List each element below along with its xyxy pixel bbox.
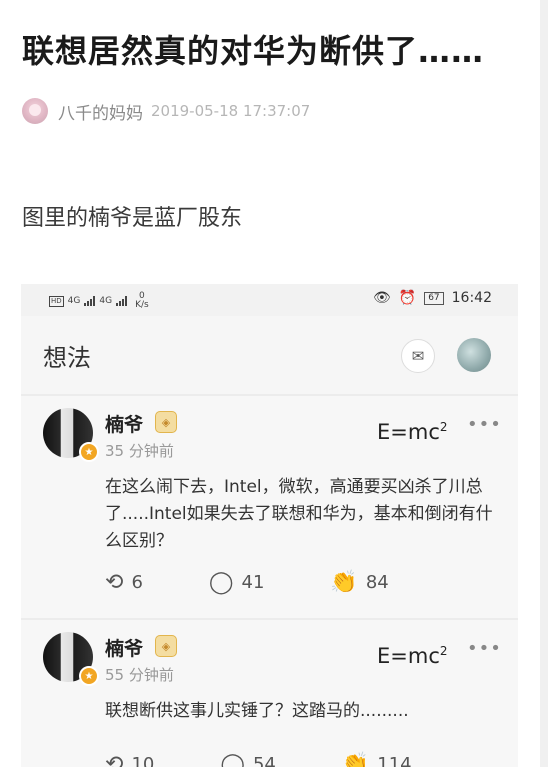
user-signature: E=mc2 [377,420,448,444]
hd-indicator: HD [49,295,64,307]
status-right: 👁 ⏰ 67 16:42 [373,290,492,306]
signal-icon [84,296,96,306]
mail-button[interactable]: ✉ [401,339,435,373]
embedded-screenshot: HD 4G 4G 0 K/s 👁 ⏰ 67 16:42 想法 ✉ ★ 楠爷 ◈ … [21,284,518,767]
post-content: 在这么闹下去，Intel，微软，高通要买凶杀了川总了.....Intel如果失去… [105,477,493,551]
net-speed: 0 K/s [135,292,149,310]
user-name[interactable]: 楠爷 [105,634,143,661]
net-speed-unit: K/s [135,300,149,310]
eye-icon: 👁 [372,290,391,306]
formula-exponent: 2 [439,644,448,658]
vip-star-icon: ★ [79,442,99,462]
formula-exponent: 2 [439,420,448,434]
alarm-icon: ⏰ [398,290,417,306]
mail-icon: ✉ [411,347,425,365]
page-scrollbar[interactable] [540,0,548,767]
article-meta: 八千的妈妈 2019-05-18 17:37:07 [22,96,310,126]
article-body: 图里的楠爷是蓝厂股东 [22,206,243,231]
clap-button[interactable]: 👏 114 [342,752,412,767]
more-options-button[interactable]: ••• [467,638,502,659]
post-time: 55 分钟前 [105,666,174,684]
comment-button[interactable]: ◯ 54 [220,752,276,767]
status-left: HD 4G 4G 0 K/s [49,292,149,310]
user-signature: E=mc2 [377,644,448,668]
formula-base: E=mc [377,644,440,668]
formula-base: E=mc [377,420,440,444]
comment-count: 54 [252,754,276,767]
app-header: 想法 ✉ [21,316,518,395]
post-content: 联想断供这事儿实锤了？这踏马的......... [105,701,409,721]
clock-time: 16:42 [451,290,492,306]
profile-avatar[interactable] [457,338,491,372]
article-date: 2019-05-18 17:37:07 [151,102,311,120]
comment-count: 41 [241,572,265,593]
clap-count: 84 [365,572,389,593]
repost-button[interactable]: ⟲ 6 [105,570,143,595]
status-bar: HD 4G 4G 0 K/s 👁 ⏰ 67 16:42 [21,284,518,316]
repost-count: 10 [131,754,155,767]
battery-icon: 67 [424,291,444,305]
post-actions: ⟲ 10 ◯ 54 👏 114 [105,752,478,767]
net-2-label: 4G [99,296,113,306]
clap-button[interactable]: 👏 84 [330,570,388,595]
net-1-label: 4G [67,296,81,306]
clap-count: 114 [377,754,412,767]
article-title: 联想居然真的对华为断供了…… [22,32,485,70]
signal-icon [116,296,128,306]
vip-star-icon: ★ [79,666,99,686]
repost-count: 6 [131,572,143,593]
author-avatar[interactable] [22,98,48,124]
post-actions: ⟲ 6 ◯ 41 👏 84 [105,570,455,595]
repost-button[interactable]: ⟲ 10 [105,752,154,767]
clap-icon: 👏 [330,570,358,595]
more-options-button[interactable]: ••• [467,414,502,435]
level-badge-icon: ◈ [155,411,177,433]
comment-icon: ◯ [208,570,234,595]
app-title: 想法 [43,344,91,372]
comment-icon: ◯ [220,752,245,767]
post-card[interactable]: ★ 楠爷 ◈ 35 分钟前 E=mc2 ••• 在这么闹下去，Intel，微软，… [21,396,518,618]
level-badge-icon: ◈ [155,635,177,657]
repost-icon: ⟲ [105,752,124,767]
post-time: 35 分钟前 [105,442,174,460]
comment-button[interactable]: ◯ 41 [209,570,265,595]
clap-icon: 👏 [341,752,370,767]
user-name[interactable]: 楠爷 [105,410,143,437]
author-name[interactable]: 八千的妈妈 [58,99,143,124]
repost-icon: ⟲ [105,570,124,595]
post-card[interactable]: ★ 楠爷 ◈ 55 分钟前 E=mc2 ••• 联想断供这事儿实锤了？这踏马的.… [21,620,518,767]
